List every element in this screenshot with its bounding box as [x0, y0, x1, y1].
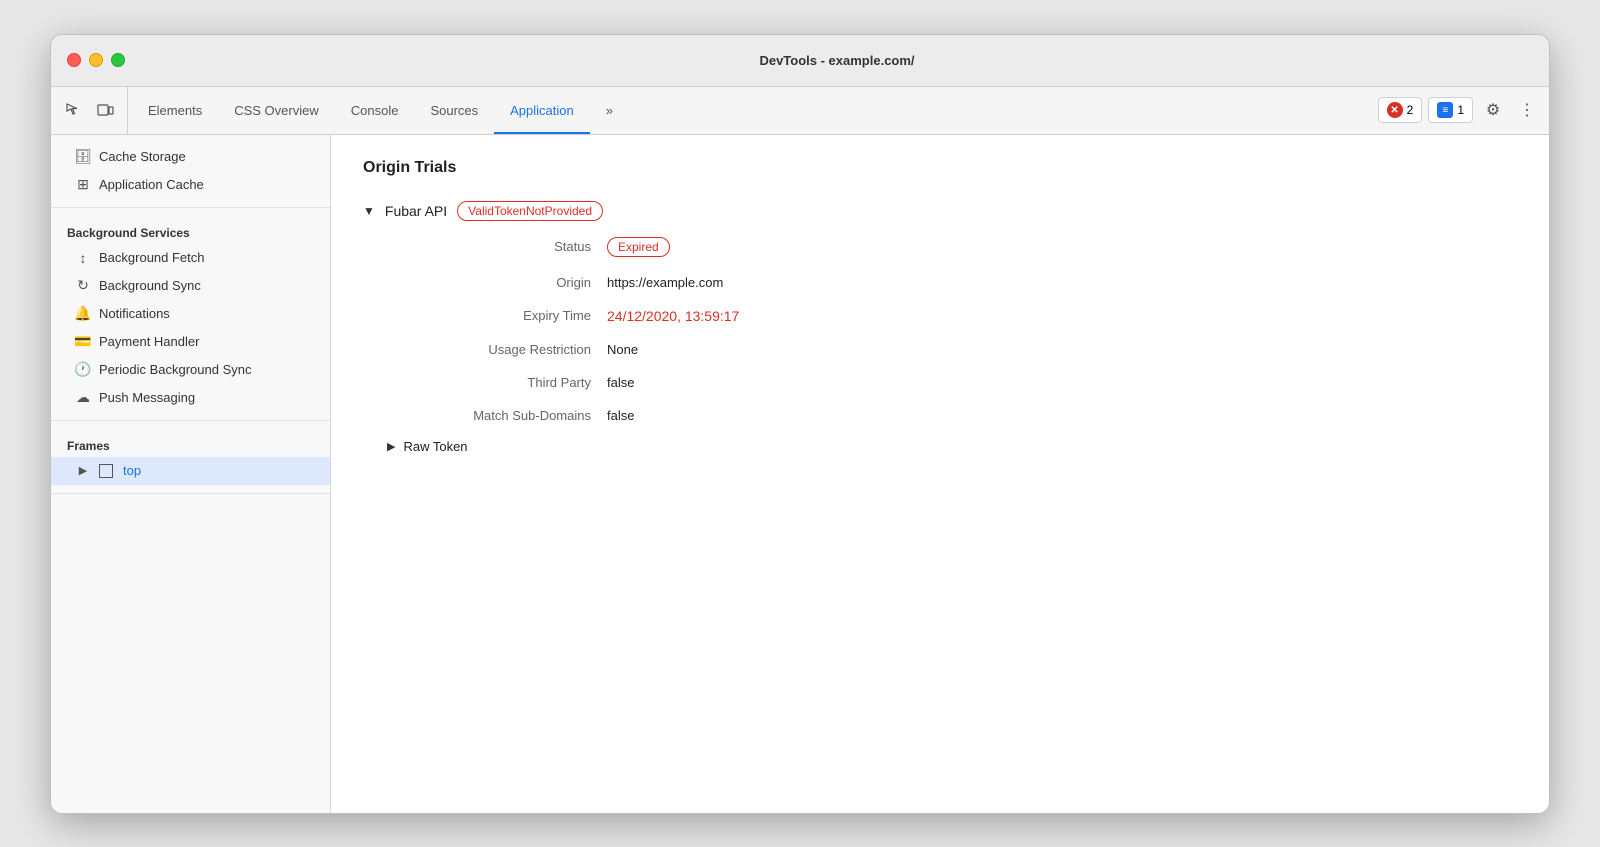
sidebar-item-label: Background Fetch [99, 250, 205, 265]
expiry-value: 24/12/2020, 13:59:17 [607, 308, 1517, 324]
sidebar-item-label: Periodic Background Sync [99, 362, 251, 377]
tab-elements[interactable]: Elements [132, 87, 218, 134]
usage-restriction-value: None [607, 342, 1517, 357]
expiry-time: 24/12/2020, 13:59:17 [607, 308, 739, 324]
sidebar-item-notifications[interactable]: 🔔 Notifications [51, 300, 330, 328]
device-toolbar-icon[interactable] [91, 96, 119, 124]
toolbar-icon-group [59, 87, 128, 134]
maximize-button[interactable] [111, 53, 125, 67]
api-name: Fubar API [385, 203, 447, 219]
api-chevron-icon[interactable]: ▼ [363, 204, 375, 218]
usage-restriction-label: Usage Restriction [387, 342, 607, 357]
match-subdomains-label: Match Sub-Domains [387, 408, 607, 423]
third-party-label: Third Party [387, 375, 607, 390]
storage-section: 🗄 Cache Storage ⊞ Application Cache [51, 135, 330, 208]
detail-panel-title: Origin Trials [363, 159, 1517, 177]
raw-token-row[interactable]: ▶ Raw Token [363, 439, 1517, 454]
settings-icon[interactable]: ⚙ [1479, 96, 1507, 124]
sidebar-item-label: Notifications [99, 306, 170, 321]
info-badge-button[interactable]: ≡ 1 [1428, 97, 1473, 123]
raw-token-chevron-icon: ▶ [387, 440, 395, 453]
tab-console[interactable]: Console [335, 87, 415, 134]
status-label: Status [387, 237, 607, 257]
main-content: 🗄 Cache Storage ⊞ Application Cache Back… [51, 135, 1549, 813]
error-icon: ✕ [1387, 102, 1403, 118]
frame-box-icon [99, 464, 113, 478]
origin-value: https://example.com [607, 275, 1517, 290]
sidebar-item-application-cache[interactable]: ⊞ Application Cache [51, 171, 330, 199]
detail-panel: Origin Trials ▼ Fubar API ValidTokenNotP… [331, 135, 1549, 813]
frames-header: Frames [51, 429, 330, 457]
sidebar-item-label: Background Sync [99, 278, 201, 293]
more-options-icon[interactable]: ⋮ [1513, 96, 1541, 124]
close-button[interactable] [67, 53, 81, 67]
background-services-section: Background Services ↕ Background Fetch ↻… [51, 208, 330, 421]
toolbar: Elements CSS Overview Console Sources Ap… [51, 87, 1549, 135]
sidebar-item-payment-handler[interactable]: 💳 Payment Handler [51, 328, 330, 356]
application-cache-icon: ⊞ [75, 177, 91, 193]
tab-bar: Elements CSS Overview Console Sources Ap… [132, 87, 1378, 134]
info-count: 1 [1457, 103, 1464, 117]
sidebar-item-top[interactable]: ▶ top [51, 457, 330, 485]
inspect-element-icon[interactable] [59, 96, 87, 124]
error-badge-button[interactable]: ✕ 2 [1378, 97, 1423, 123]
background-fetch-icon: ↕ [75, 250, 91, 266]
error-count: 2 [1407, 103, 1414, 117]
api-section: ▼ Fubar API ValidTokenNotProvided Status… [363, 201, 1517, 454]
status-value: Expired [607, 237, 1517, 257]
sidebar-item-label: Application Cache [99, 177, 204, 192]
push-messaging-icon: ☁ [75, 390, 91, 406]
api-header: ▼ Fubar API ValidTokenNotProvided [363, 201, 1517, 221]
api-token-badge: ValidTokenNotProvided [457, 201, 603, 221]
window-title: DevTools - example.com/ [141, 53, 1533, 68]
status-badge: Expired [607, 237, 670, 257]
match-subdomains-value: false [607, 408, 1517, 423]
tab-sources[interactable]: Sources [414, 87, 494, 134]
title-bar: DevTools - example.com/ [51, 35, 1549, 87]
tab-more[interactable]: » [590, 87, 629, 134]
tab-application[interactable]: Application [494, 87, 590, 134]
payment-handler-icon: 💳 [75, 334, 91, 350]
minimize-button[interactable] [89, 53, 103, 67]
sidebar-item-push-messaging[interactable]: ☁ Push Messaging [51, 384, 330, 412]
sidebar-item-label: Cache Storage [99, 149, 186, 164]
raw-token-label: Raw Token [403, 439, 467, 454]
expiry-label: Expiry Time [387, 308, 607, 324]
traffic-lights [67, 53, 125, 67]
sidebar-item-background-fetch[interactable]: ↕ Background Fetch [51, 244, 330, 272]
devtools-window: DevTools - example.com/ Elements CSS Ove… [50, 34, 1550, 814]
toolbar-right-actions: ✕ 2 ≡ 1 ⚙ ⋮ [1378, 87, 1541, 134]
info-icon: ≡ [1437, 102, 1453, 118]
sidebar-item-periodic-background-sync[interactable]: 🕐 Periodic Background Sync [51, 356, 330, 384]
origin-label: Origin [387, 275, 607, 290]
sidebar-item-label: Push Messaging [99, 390, 195, 405]
detail-grid: Status Expired Origin https://example.co… [363, 237, 1517, 423]
frames-section: Frames ▶ top [51, 421, 330, 494]
notifications-icon: 🔔 [75, 306, 91, 322]
background-sync-icon: ↻ [75, 278, 91, 294]
sidebar: 🗄 Cache Storage ⊞ Application Cache Back… [51, 135, 331, 813]
sidebar-item-label: top [123, 463, 141, 478]
cache-storage-icon: 🗄 [75, 149, 91, 165]
tab-css-overview[interactable]: CSS Overview [218, 87, 335, 134]
third-party-value: false [607, 375, 1517, 390]
sidebar-item-background-sync[interactable]: ↻ Background Sync [51, 272, 330, 300]
sidebar-item-label: Payment Handler [99, 334, 199, 349]
periodic-bg-sync-icon: 🕐 [75, 362, 91, 378]
sidebar-item-cache-storage[interactable]: 🗄 Cache Storage [51, 143, 330, 171]
top-frame-icon: ▶ [75, 463, 91, 479]
background-services-header: Background Services [51, 216, 330, 244]
